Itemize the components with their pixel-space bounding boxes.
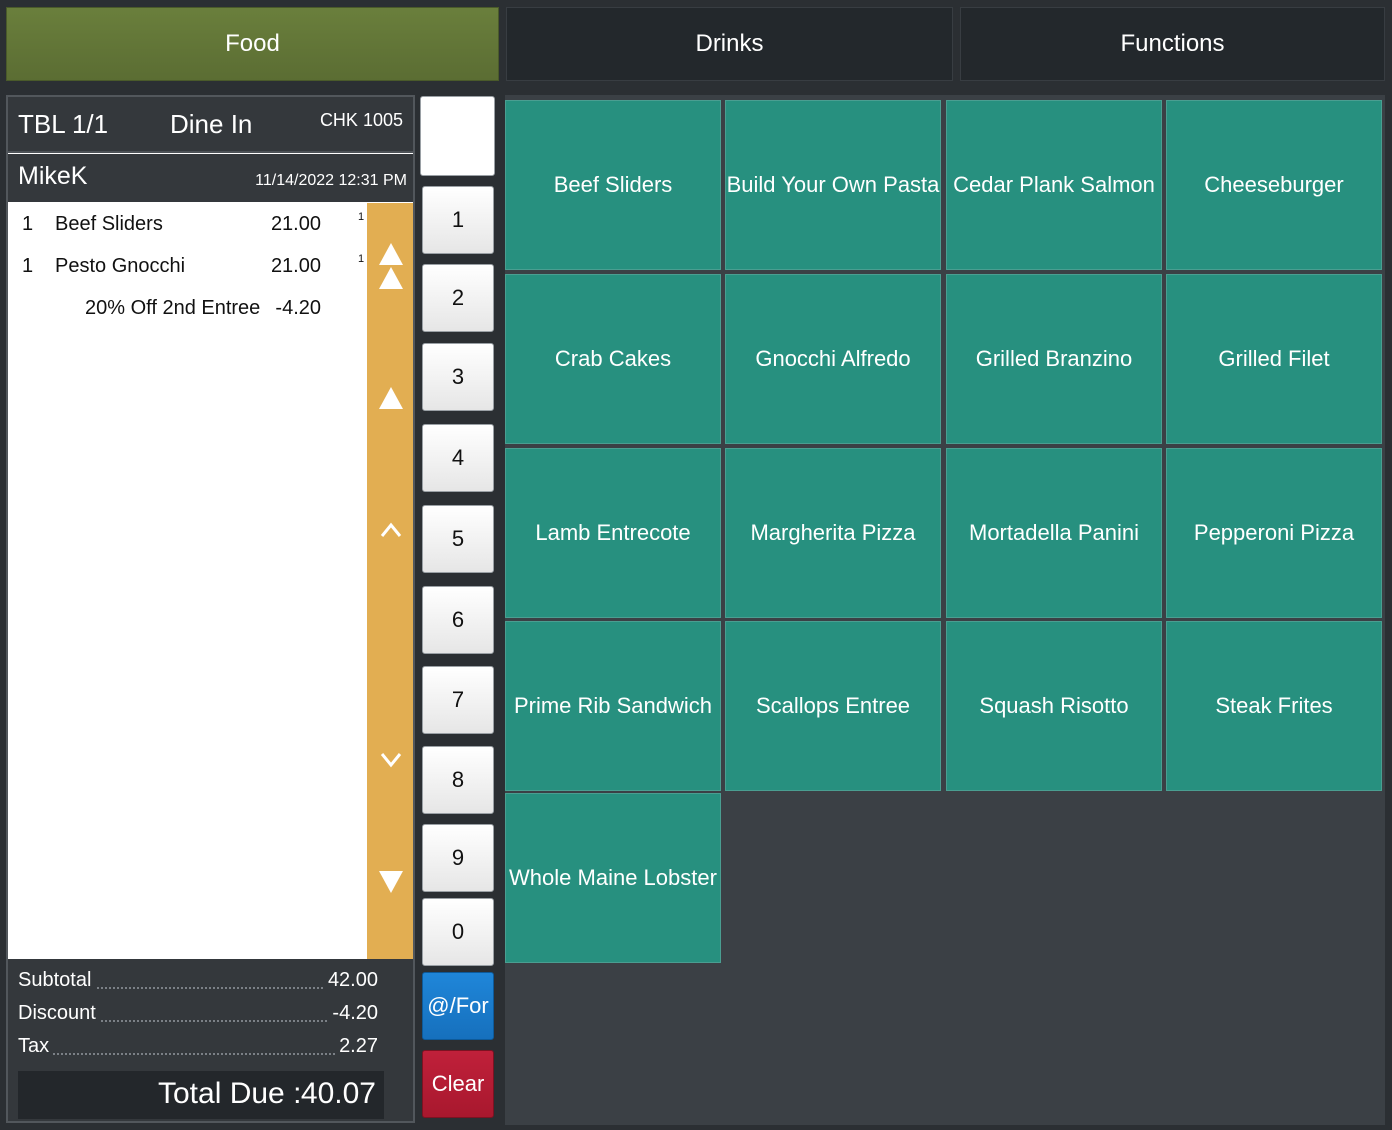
menu-item-button[interactable]: Pepperoni Pizza xyxy=(1166,448,1382,618)
menu-item-button[interactable]: Cheeseburger xyxy=(1166,100,1382,270)
discount-row: Discount -4.20 xyxy=(18,1002,378,1030)
menu-grid: Beef Sliders Build Your Own Pasta Cedar … xyxy=(505,95,1385,1125)
ticket-totals: Subtotal 42.00 Discount -4.20 Tax 2.27 T… xyxy=(8,959,413,1121)
ticket-scrollbar[interactable] xyxy=(367,203,413,1019)
order-timestamp: 11/14/2022 12:31 PM xyxy=(255,172,407,189)
order-item[interactable]: 1 Pesto Gnocchi 21.00 1 xyxy=(8,247,366,287)
menu-item-button[interactable]: Margherita Pizza xyxy=(725,448,941,618)
tax-label: Tax xyxy=(18,1035,54,1058)
server-name: MikeK xyxy=(18,162,88,190)
menu-item-button[interactable]: Beef Sliders xyxy=(505,100,721,270)
ticket-header: TBL 1/1 Dine In CHK 1005 xyxy=(8,97,413,153)
menu-item-button[interactable]: Grilled Branzino xyxy=(946,274,1162,444)
key-9[interactable]: 9 xyxy=(422,824,494,892)
subtotal-label: Subtotal xyxy=(18,969,96,992)
menu-item-button[interactable]: Build Your Own Pasta xyxy=(725,100,941,270)
item-seat: 1 xyxy=(358,253,365,265)
total-due: Total Due : 40.07 xyxy=(18,1071,384,1119)
key-6[interactable]: 6 xyxy=(422,586,494,654)
key-1[interactable]: 1 xyxy=(422,186,494,254)
item-price: 21.00 xyxy=(270,213,321,235)
tax-row: Tax 2.27 xyxy=(18,1035,378,1063)
menu-item-button[interactable]: Whole Maine Lobster xyxy=(505,793,721,963)
discount-value: -4.20 xyxy=(328,1002,378,1025)
item-price: 21.00 xyxy=(270,255,321,277)
modifier-name: 20% Off 2nd Entree xyxy=(85,297,261,319)
key-0[interactable]: 0 xyxy=(422,898,494,966)
menu-item-button[interactable]: Crab Cakes xyxy=(505,274,721,444)
item-quantity: 1 xyxy=(22,213,34,235)
down-triangle-icon xyxy=(379,871,403,893)
order-items-list: 1 Beef Sliders 21.00 1 1 Pesto Gnocchi 2… xyxy=(8,203,366,959)
scroll-up-button[interactable] xyxy=(367,521,413,539)
item-quantity: 1 xyxy=(22,255,34,277)
menu-item-button[interactable]: Gnocchi Alfredo xyxy=(725,274,941,444)
chevron-down-icon xyxy=(380,753,402,768)
chevron-up-icon xyxy=(380,522,402,537)
total-due-value: 40.07 xyxy=(300,1077,376,1110)
order-ticket: TBL 1/1 Dine In CHK 1005 MikeK 11/14/202… xyxy=(6,95,415,1123)
menu-item-button[interactable]: Mortadella Panini xyxy=(946,448,1162,618)
menu-item-button[interactable]: Cedar Plank Salmon xyxy=(946,100,1162,270)
tax-value: 2.27 xyxy=(335,1035,378,1058)
key-5[interactable]: 5 xyxy=(422,505,494,573)
tab-food[interactable]: Food xyxy=(6,7,499,81)
tab-drinks[interactable]: Drinks xyxy=(506,7,953,81)
subtotal-value: 42.00 xyxy=(323,969,378,992)
item-name: Beef Sliders xyxy=(55,213,163,235)
order-item[interactable]: 1 Beef Sliders 21.00 1 xyxy=(8,205,366,245)
modifier-price: -4.20 xyxy=(275,297,321,319)
total-due-label: Total Due : xyxy=(158,1077,302,1110)
item-name: Pesto Gnocchi xyxy=(55,255,186,277)
ticket-subheader: MikeK 11/14/2022 12:31 PM xyxy=(8,154,413,202)
at-for-button[interactable]: @/For xyxy=(422,972,494,1040)
menu-item-button[interactable]: Steak Frites xyxy=(1166,621,1382,791)
keypad-display xyxy=(420,96,495,176)
order-type: Dine In xyxy=(170,109,253,139)
tab-functions[interactable]: Functions xyxy=(960,7,1385,81)
table-number: TBL 1/1 xyxy=(18,109,109,139)
menu-item-button[interactable]: Scallops Entree xyxy=(725,621,941,791)
key-8[interactable]: 8 xyxy=(422,746,494,814)
menu-item-button[interactable]: Prime Rib Sandwich xyxy=(505,621,721,791)
dotted-leader xyxy=(18,1053,378,1055)
menu-item-button[interactable]: Squash Risotto xyxy=(946,621,1162,791)
menu-item-button[interactable]: Grilled Filet xyxy=(1166,274,1382,444)
up-triangle-icon xyxy=(379,387,403,409)
item-seat: 1 xyxy=(358,211,365,223)
discount-label: Discount xyxy=(18,1002,100,1025)
subtotal-row: Subtotal 42.00 xyxy=(18,969,378,997)
clear-button[interactable]: Clear xyxy=(422,1050,494,1118)
menu-item-button[interactable]: Lamb Entrecote xyxy=(505,448,721,618)
key-2[interactable]: 2 xyxy=(422,264,494,332)
scroll-to-top-button[interactable] xyxy=(367,241,413,293)
page-down-button[interactable] xyxy=(367,869,413,895)
order-modifier[interactable]: 20% Off 2nd Entree -4.20 xyxy=(8,289,366,329)
scroll-down-button[interactable] xyxy=(367,751,413,769)
key-4[interactable]: 4 xyxy=(422,424,494,492)
key-7[interactable]: 7 xyxy=(422,666,494,734)
page-up-button[interactable] xyxy=(367,385,413,411)
double-up-triangle-icon xyxy=(379,243,403,289)
key-3[interactable]: 3 xyxy=(422,343,494,411)
check-number: CHK 1005 xyxy=(319,110,403,130)
